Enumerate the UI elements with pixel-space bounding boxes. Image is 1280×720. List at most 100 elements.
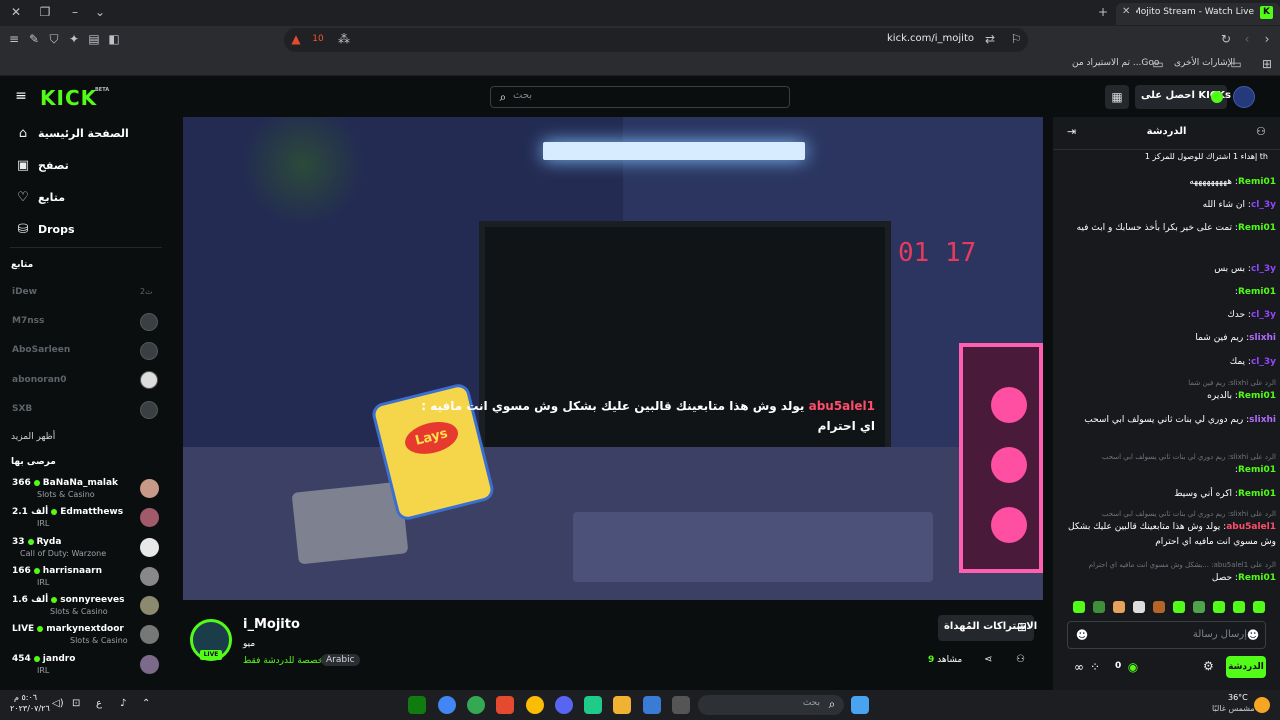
microphone-icon[interactable]: ♪: [120, 698, 126, 709]
dashboard-button[interactable]: ▦: [1105, 85, 1129, 109]
menu-icon[interactable]: ≡: [6, 32, 22, 48]
app-icon[interactable]: [584, 696, 602, 714]
share-icon[interactable]: ⋖: [984, 654, 992, 665]
discord-icon[interactable]: [555, 696, 573, 714]
follow-user-icon[interactable]: ⚇: [1016, 654, 1025, 665]
following-item[interactable]: abonoran0: [12, 375, 66, 385]
brave-icon[interactable]: [496, 696, 514, 714]
users-icon[interactable]: ⁘: [1087, 660, 1103, 676]
language-tag[interactable]: Arabic: [321, 654, 360, 666]
tab-search-icon[interactable]: ⌄: [92, 5, 108, 21]
recommended-item[interactable]: 166 harrisnaarn IRL: [12, 566, 162, 594]
emote[interactable]: [1133, 601, 1145, 613]
emoji-icon[interactable]: ☻: [1074, 628, 1090, 644]
emote[interactable]: [1093, 601, 1105, 613]
restore-window-icon[interactable]: ❐: [37, 5, 53, 21]
bookmark-other[interactable]: الإشارات الأخرى: [1174, 58, 1235, 68]
chat-input-icon[interactable]: ☻: [1245, 628, 1261, 644]
chrome-profile-icon[interactable]: [467, 696, 485, 714]
recommended-item[interactable]: 2.1 ألف Edmatthews IRL: [12, 507, 162, 535]
clock-time[interactable]: ٥:٠٦ م: [14, 693, 37, 702]
brave-shield-icon[interactable]: 10: [310, 32, 326, 48]
recommended-item[interactable]: 33 Ryda Call of Duty: Warzone: [12, 537, 162, 565]
following-item[interactable]: AboSarleen: [12, 345, 70, 355]
site-settings-icon[interactable]: ⇄: [982, 32, 998, 48]
xbox-icon[interactable]: [408, 696, 426, 714]
chat-message: Remi01: هههههههههه: [1189, 177, 1276, 187]
search-input[interactable]: بحث: [513, 90, 773, 101]
store-icon[interactable]: [643, 696, 661, 714]
infinity-icon[interactable]: ∞: [1071, 660, 1087, 676]
stream-category[interactable]: ميو: [243, 639, 255, 649]
clock-date[interactable]: ٢٠٢٣/٠٧/٢٦: [10, 704, 50, 713]
url-text[interactable]: kick.com/i_mojito: [887, 33, 974, 44]
chat-message-input[interactable]: ☻ إرسال رسالة ☻: [1067, 621, 1266, 649]
pen-icon[interactable]: ✎: [26, 32, 42, 48]
browser-tab-active[interactable]: ✕ i_Mojito Stream - Watch Live K: [1116, 3, 1280, 25]
bookmark-icon[interactable]: ⚐: [1008, 32, 1024, 48]
emote-quick-bar: [1065, 601, 1280, 615]
weather-temperature[interactable]: 36°C: [1228, 693, 1248, 702]
video-player[interactable]: 01 17 Lays abu5alel1 يولد وش هذا متابعين…: [183, 117, 1043, 600]
forward-icon[interactable]: ›: [1259, 32, 1275, 48]
emote[interactable]: [1253, 601, 1265, 613]
translate-icon[interactable]: ⁂: [336, 32, 352, 48]
minimize-window-icon[interactable]: –: [67, 5, 83, 21]
emote[interactable]: [1193, 601, 1205, 613]
chrome-icon[interactable]: [438, 696, 456, 714]
rewards-icon[interactable]: ▲: [288, 32, 304, 48]
following-item[interactable]: SXB: [12, 404, 32, 414]
reload-icon[interactable]: ↻: [1218, 32, 1234, 48]
emote[interactable]: [1113, 601, 1125, 613]
hamburger-menu-icon[interactable]: ≡: [13, 89, 29, 105]
weather-description[interactable]: مشمس غالبًا: [1212, 704, 1255, 713]
emote[interactable]: [1173, 601, 1185, 613]
emote[interactable]: [1233, 601, 1245, 613]
weather-sun-icon[interactable]: [1254, 697, 1270, 713]
sidebar-toggle-icon[interactable]: ◧: [106, 32, 122, 48]
close-window-icon[interactable]: ✕: [8, 5, 24, 21]
tray-expand-icon[interactable]: ⌃: [142, 698, 150, 709]
keyboard-language[interactable]: ع: [96, 698, 102, 709]
new-tab-icon[interactable]: +: [1095, 5, 1111, 21]
chat-settings-icon[interactable]: ⚙: [1203, 659, 1214, 673]
chat-message: cl_3y: ان شاء الله: [1202, 200, 1276, 210]
shield-icon[interactable]: ⛉: [46, 32, 62, 48]
puzzle-icon[interactable]: ✦: [66, 32, 82, 48]
apps-grid-icon[interactable]: ⊞: [1259, 57, 1275, 73]
volume-icon[interactable]: ◁): [52, 698, 64, 709]
emote[interactable]: [1213, 601, 1225, 613]
url-field[interactable]: ▲ 10 ⁂ kick.com/i_mojito ⇄: [284, 28, 1028, 52]
following-item[interactable]: iDew: [12, 287, 37, 297]
emote[interactable]: [1073, 601, 1085, 613]
get-kicks-button[interactable]: احصل على KICKs: [1135, 85, 1231, 109]
show-more-link[interactable]: أظهر المزيد: [11, 432, 55, 442]
bookmark-imported[interactable]: تم الاستيراد من ...Goo: [1072, 58, 1159, 68]
streamer-name[interactable]: i_Mojito: [243, 617, 300, 632]
kick-logo[interactable]: KICK: [40, 86, 97, 110]
recommended-heading: مرصى بها: [11, 457, 56, 467]
back-icon[interactable]: ‹: [1239, 32, 1255, 48]
task-view-icon[interactable]: [672, 696, 690, 714]
following-item[interactable]: M7nss: [12, 316, 44, 326]
file-explorer-icon[interactable]: [613, 696, 631, 714]
recommended-item[interactable]: 1.6 ألف sonnyreeves Slots & Casino: [12, 595, 162, 623]
search-icon: ⌕: [828, 697, 836, 711]
gift-subs-button[interactable]: الاشتراكات المُهداة ⊞: [938, 615, 1037, 641]
recommended-item[interactable]: 454 jandro IRL: [12, 654, 162, 682]
recommended-item[interactable]: LIVE markynextdoor Slots & Casino: [12, 624, 162, 652]
chat-input-placeholder: إرسال رسالة: [1192, 629, 1247, 640]
chrome-alt-icon[interactable]: [526, 696, 544, 714]
chat-send-button[interactable]: الدردشة: [1226, 656, 1266, 678]
search-field[interactable]: ⌕ بحث: [490, 86, 790, 108]
tab-close-icon[interactable]: ✕: [1122, 6, 1130, 17]
network-icon[interactable]: ⊡: [72, 698, 80, 709]
windows-start-icon[interactable]: [851, 696, 869, 714]
recommended-item[interactable]: 366 BaNaNa_malak Slots & Casino: [12, 478, 162, 506]
user-avatar[interactable]: [1233, 86, 1255, 108]
taskbar-search[interactable]: بحث ⌕: [698, 695, 844, 715]
wallet-icon[interactable]: ▤: [86, 32, 102, 48]
emote[interactable]: [1153, 601, 1165, 613]
chat-users-icon[interactable]: ⚇: [1256, 125, 1266, 138]
reply-preview: الرد على slixhi: ريم دوري لي بنات ثاني ي…: [1101, 453, 1276, 461]
